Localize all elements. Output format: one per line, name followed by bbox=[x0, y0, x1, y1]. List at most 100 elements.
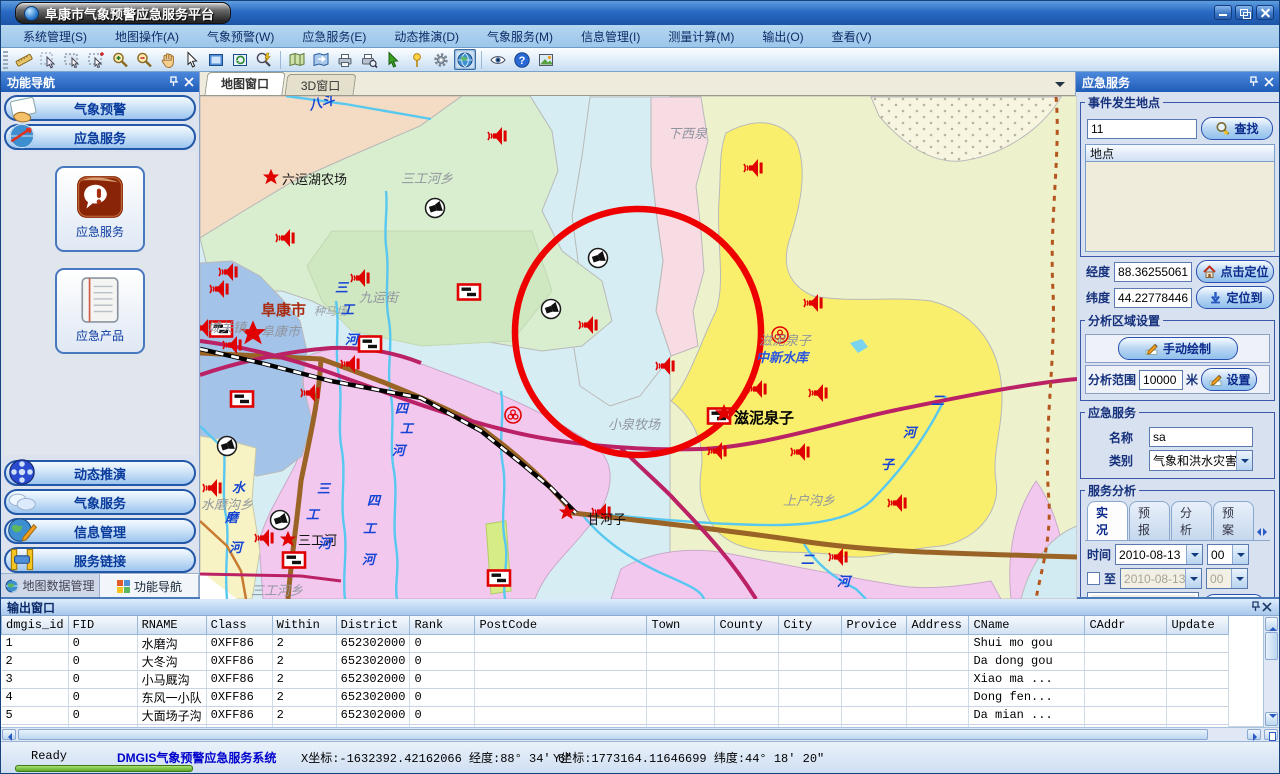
scroll-left-icon[interactable] bbox=[2, 729, 16, 740]
select-marquee-button[interactable] bbox=[61, 49, 83, 70]
date-from-select[interactable]: 2010-08-13 bbox=[1115, 544, 1203, 565]
flag-marker[interactable] bbox=[359, 337, 381, 352]
scroll-thumb[interactable] bbox=[18, 729, 1208, 740]
sidebar-item-info-management[interactable]: 信息管理 bbox=[4, 518, 196, 544]
find-button[interactable]: 查找 bbox=[1201, 117, 1273, 140]
column-header-Address[interactable]: Address bbox=[907, 616, 969, 634]
dropdown-arrow-icon[interactable] bbox=[1186, 545, 1202, 564]
layer-listbox[interactable]: 降水空气温度 bbox=[1087, 592, 1199, 597]
close-icon[interactable] bbox=[1263, 76, 1275, 88]
toolbar-grip[interactable] bbox=[3, 51, 8, 69]
menu-item-10[interactable]: 查看(V) bbox=[818, 26, 886, 47]
dropdown-arrow-icon[interactable] bbox=[1185, 569, 1201, 588]
menu-item-5[interactable]: 动态推演(D) bbox=[380, 26, 473, 47]
column-header-FID[interactable]: FID bbox=[68, 616, 137, 634]
table-row[interactable]: 10水磨沟0XFF8626523020000Shui mo gou bbox=[2, 634, 1229, 652]
tab-scroll-left-icon[interactable] bbox=[1252, 528, 1260, 537]
click-locate-button[interactable]: 点击定位 bbox=[1196, 260, 1274, 283]
refresh-view-button[interactable] bbox=[229, 49, 251, 70]
print-preview-button[interactable] bbox=[358, 49, 380, 70]
help-question-button[interactable] bbox=[511, 49, 533, 70]
pin-icon[interactable] bbox=[167, 76, 179, 88]
map-overview-button[interactable] bbox=[286, 49, 308, 70]
emergency-product-button[interactable]: 应急产品 bbox=[55, 268, 145, 354]
sidebar-item-weather-service[interactable]: 气象服务 bbox=[4, 489, 196, 515]
map-export-button[interactable] bbox=[310, 49, 332, 70]
scroll-extra-button[interactable] bbox=[1264, 729, 1278, 740]
hour-to-select[interactable]: 00 bbox=[1206, 568, 1248, 589]
hour-from-select[interactable]: 00 bbox=[1207, 544, 1249, 565]
menu-item-3[interactable]: 气象预警(W) bbox=[193, 26, 288, 47]
camera-marker[interactable] bbox=[271, 511, 290, 530]
zoom-in-button[interactable] bbox=[109, 49, 131, 70]
column-header-dmgis_id[interactable]: dmgis_id bbox=[2, 616, 69, 634]
column-header-Within[interactable]: Within bbox=[272, 616, 336, 634]
close-icon[interactable] bbox=[1261, 601, 1273, 613]
column-header-CAddr[interactable]: CAddr bbox=[1085, 616, 1167, 634]
select-cursor-button[interactable] bbox=[37, 49, 59, 70]
flag-marker[interactable] bbox=[458, 285, 480, 300]
scroll-thumb[interactable] bbox=[1265, 632, 1278, 660]
manual-draw-button[interactable]: 手动绘制 bbox=[1118, 337, 1238, 360]
globe-active-button[interactable] bbox=[454, 49, 476, 70]
minimize-button[interactable] bbox=[1214, 5, 1232, 20]
identify-pointer-button[interactable] bbox=[382, 49, 404, 70]
restore-button[interactable] bbox=[1235, 5, 1253, 20]
dropdown-arrow-icon[interactable] bbox=[1236, 451, 1252, 470]
table-horizontal-scrollbar[interactable] bbox=[1, 727, 1279, 741]
menu-item-7[interactable]: 信息管理(I) bbox=[567, 26, 654, 47]
table-row[interactable]: 40东风一小队0XFF8626523020000Dong fen... bbox=[2, 688, 1229, 706]
longitude-input[interactable] bbox=[1114, 262, 1192, 282]
analysis-tab-1[interactable]: 实况 bbox=[1087, 501, 1128, 540]
sidebar-item-emergency-service[interactable]: 应急服务 bbox=[4, 124, 196, 150]
scroll-down-icon[interactable] bbox=[1265, 712, 1278, 726]
menu-item-9[interactable]: 输出(O) bbox=[748, 26, 817, 47]
table-row[interactable]: 50大面场子沟0XFF8626523020000Da mian ... bbox=[2, 706, 1229, 724]
dropdown-arrow-icon[interactable] bbox=[1232, 545, 1248, 564]
column-header-County[interactable]: County bbox=[715, 616, 779, 634]
flag-marker[interactable] bbox=[231, 392, 253, 407]
flag-marker[interactable] bbox=[283, 553, 305, 568]
analysis-tab-3[interactable]: 分析 bbox=[1171, 501, 1212, 540]
map-canvas[interactable]: 八斗六运湖农场三工河乡下西泉九运街阜康市种马场城关镇阜康市滋泥泉子滋泥泉子中新水… bbox=[200, 96, 1075, 597]
column-header-City[interactable]: City bbox=[779, 616, 842, 634]
zoom-out-button[interactable] bbox=[133, 49, 155, 70]
pointer-arrow-button[interactable] bbox=[181, 49, 203, 70]
close-icon[interactable] bbox=[183, 76, 195, 88]
locate-to-button[interactable]: 定位到 bbox=[1196, 286, 1274, 309]
column-header-Town[interactable]: Town bbox=[647, 616, 715, 634]
image-export-button[interactable] bbox=[535, 49, 557, 70]
column-header-District[interactable]: District bbox=[336, 616, 410, 634]
tab-scroll-right-icon[interactable] bbox=[1262, 528, 1270, 537]
analysis-range-input[interactable] bbox=[1139, 370, 1183, 390]
analysis-tab-2[interactable]: 预报 bbox=[1129, 501, 1170, 540]
to-checkbox[interactable] bbox=[1087, 572, 1100, 585]
column-header-PostCode[interactable]: PostCode bbox=[475, 616, 647, 634]
emergency-service-button[interactable]: 应急服务 bbox=[55, 166, 145, 252]
pin-icon[interactable] bbox=[1247, 76, 1259, 88]
column-header-RNAME[interactable]: RNAME bbox=[137, 616, 206, 634]
flag-marker[interactable] bbox=[488, 571, 510, 586]
menu-item-1[interactable]: 系统管理(S) bbox=[9, 26, 101, 47]
select-lasso-button[interactable] bbox=[85, 49, 107, 70]
tab-map-data-management[interactable]: 地图数据管理 bbox=[1, 574, 100, 597]
column-header-Class[interactable]: Class bbox=[206, 616, 272, 634]
column-header-Rank[interactable]: Rank bbox=[410, 616, 475, 634]
camera-marker[interactable] bbox=[542, 300, 561, 319]
eye-visibility-button[interactable] bbox=[487, 49, 509, 70]
location-list-header[interactable]: 地点 bbox=[1085, 144, 1275, 162]
zoom-query-button[interactable] bbox=[253, 49, 275, 70]
dropdown-arrow-icon[interactable] bbox=[1231, 569, 1247, 588]
table-row[interactable]: 20大冬沟0XFF8626523020000Da dong gou bbox=[2, 652, 1229, 670]
measure-ruler-button[interactable] bbox=[13, 49, 35, 70]
camera-marker[interactable] bbox=[589, 249, 608, 268]
print-button[interactable] bbox=[334, 49, 356, 70]
menu-item-8[interactable]: 测量计算(M) bbox=[654, 26, 748, 47]
tab-3d-window[interactable]: 3D窗口 bbox=[285, 74, 357, 95]
column-header-Update[interactable]: Update bbox=[1167, 616, 1229, 634]
settings-gear-button[interactable] bbox=[430, 49, 452, 70]
service-name-input[interactable] bbox=[1149, 427, 1253, 447]
camera-marker[interactable] bbox=[218, 437, 237, 456]
tab-map-window[interactable]: 地图窗口 bbox=[204, 72, 285, 95]
column-header-CName[interactable]: CName bbox=[969, 616, 1085, 634]
